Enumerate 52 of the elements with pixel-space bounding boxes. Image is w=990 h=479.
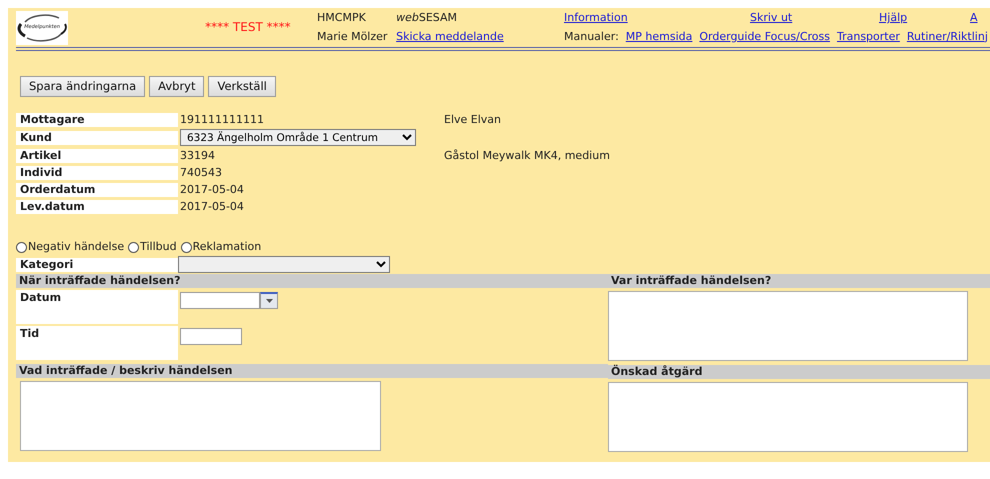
description-textarea[interactable]	[20, 381, 381, 452]
category-select[interactable]	[178, 256, 390, 274]
field-label: Tid	[16, 326, 178, 360]
manual-link[interactable]: Rutiner/Riktlinj	[906, 30, 988, 44]
send-message-link[interactable]: Skicka meddelande	[396, 30, 564, 44]
action-textarea[interactable]	[608, 382, 968, 452]
field-value: 2017-05-04	[180, 200, 244, 213]
app-name: webSESAM	[396, 11, 458, 26]
field-label: Mottagare	[16, 112, 178, 128]
user-code: HMCMPK	[317, 11, 367, 26]
field-label: Kategori	[16, 258, 178, 272]
manual-link[interactable]: Orderguide Focus/Cross	[699, 30, 830, 44]
field-value: 740543	[180, 166, 222, 179]
nav-link[interactable]: Hjälp	[879, 11, 908, 26]
radio-button[interactable]	[180, 242, 192, 253]
test-label: **** TEST ****	[205, 20, 292, 36]
field-note: Gåstol Meywalk MK4, medium	[444, 148, 610, 164]
field-label: Lev.datum	[16, 200, 178, 214]
field-label: Datum	[16, 290, 178, 324]
radio-button[interactable]	[16, 242, 27, 253]
user-name: Marie Mölzer	[317, 30, 388, 44]
section-header: Önskad åtgärd	[608, 365, 990, 380]
field-value: 33194	[180, 148, 215, 162]
radio-label[interactable]: Tillbud	[140, 240, 177, 254]
manual-link[interactable]: Transporter	[836, 30, 900, 44]
field-label: Kund	[16, 130, 178, 146]
field-label: Individ	[16, 166, 178, 180]
time-field[interactable]	[180, 328, 242, 346]
form-button[interactable]: Avbryt	[149, 76, 204, 97]
form-button[interactable]: Spara ändringarna	[20, 76, 146, 97]
section-header: Var inträffade händelsen?	[608, 274, 990, 288]
radio-label[interactable]: Reklamation	[192, 240, 262, 254]
calendar-button[interactable]	[260, 292, 278, 310]
nav-link[interactable]: Information	[564, 11, 628, 26]
nav-link[interactable]: A	[970, 11, 978, 24]
field-note: Elve Elvan	[444, 112, 502, 128]
date-field[interactable]	[180, 292, 260, 310]
section-header: När inträffade händelsen?	[16, 274, 608, 288]
customer-select[interactable]: 6323 Ängelholm Område 1 Centrum	[180, 129, 416, 146]
caret-icon	[266, 299, 272, 304]
radio-label[interactable]: Negativ händelse	[28, 240, 124, 254]
nav-link[interactable]: Skriv ut	[750, 11, 792, 26]
section-header: Vad inträffade / beskriv händelsen	[16, 364, 608, 378]
location-textarea[interactable]	[608, 291, 968, 362]
manual-link[interactable]: MP hemsida	[626, 30, 692, 44]
manuals-label: Manualer:	[564, 30, 619, 44]
form-button[interactable]: Verkställ	[208, 76, 276, 97]
radio-button[interactable]	[128, 242, 140, 253]
field-label: Artikel	[16, 148, 178, 164]
field-value: 191111111111	[180, 112, 264, 126]
field-label: Orderdatum	[16, 182, 178, 198]
field-value: 2017-05-04	[180, 182, 244, 196]
